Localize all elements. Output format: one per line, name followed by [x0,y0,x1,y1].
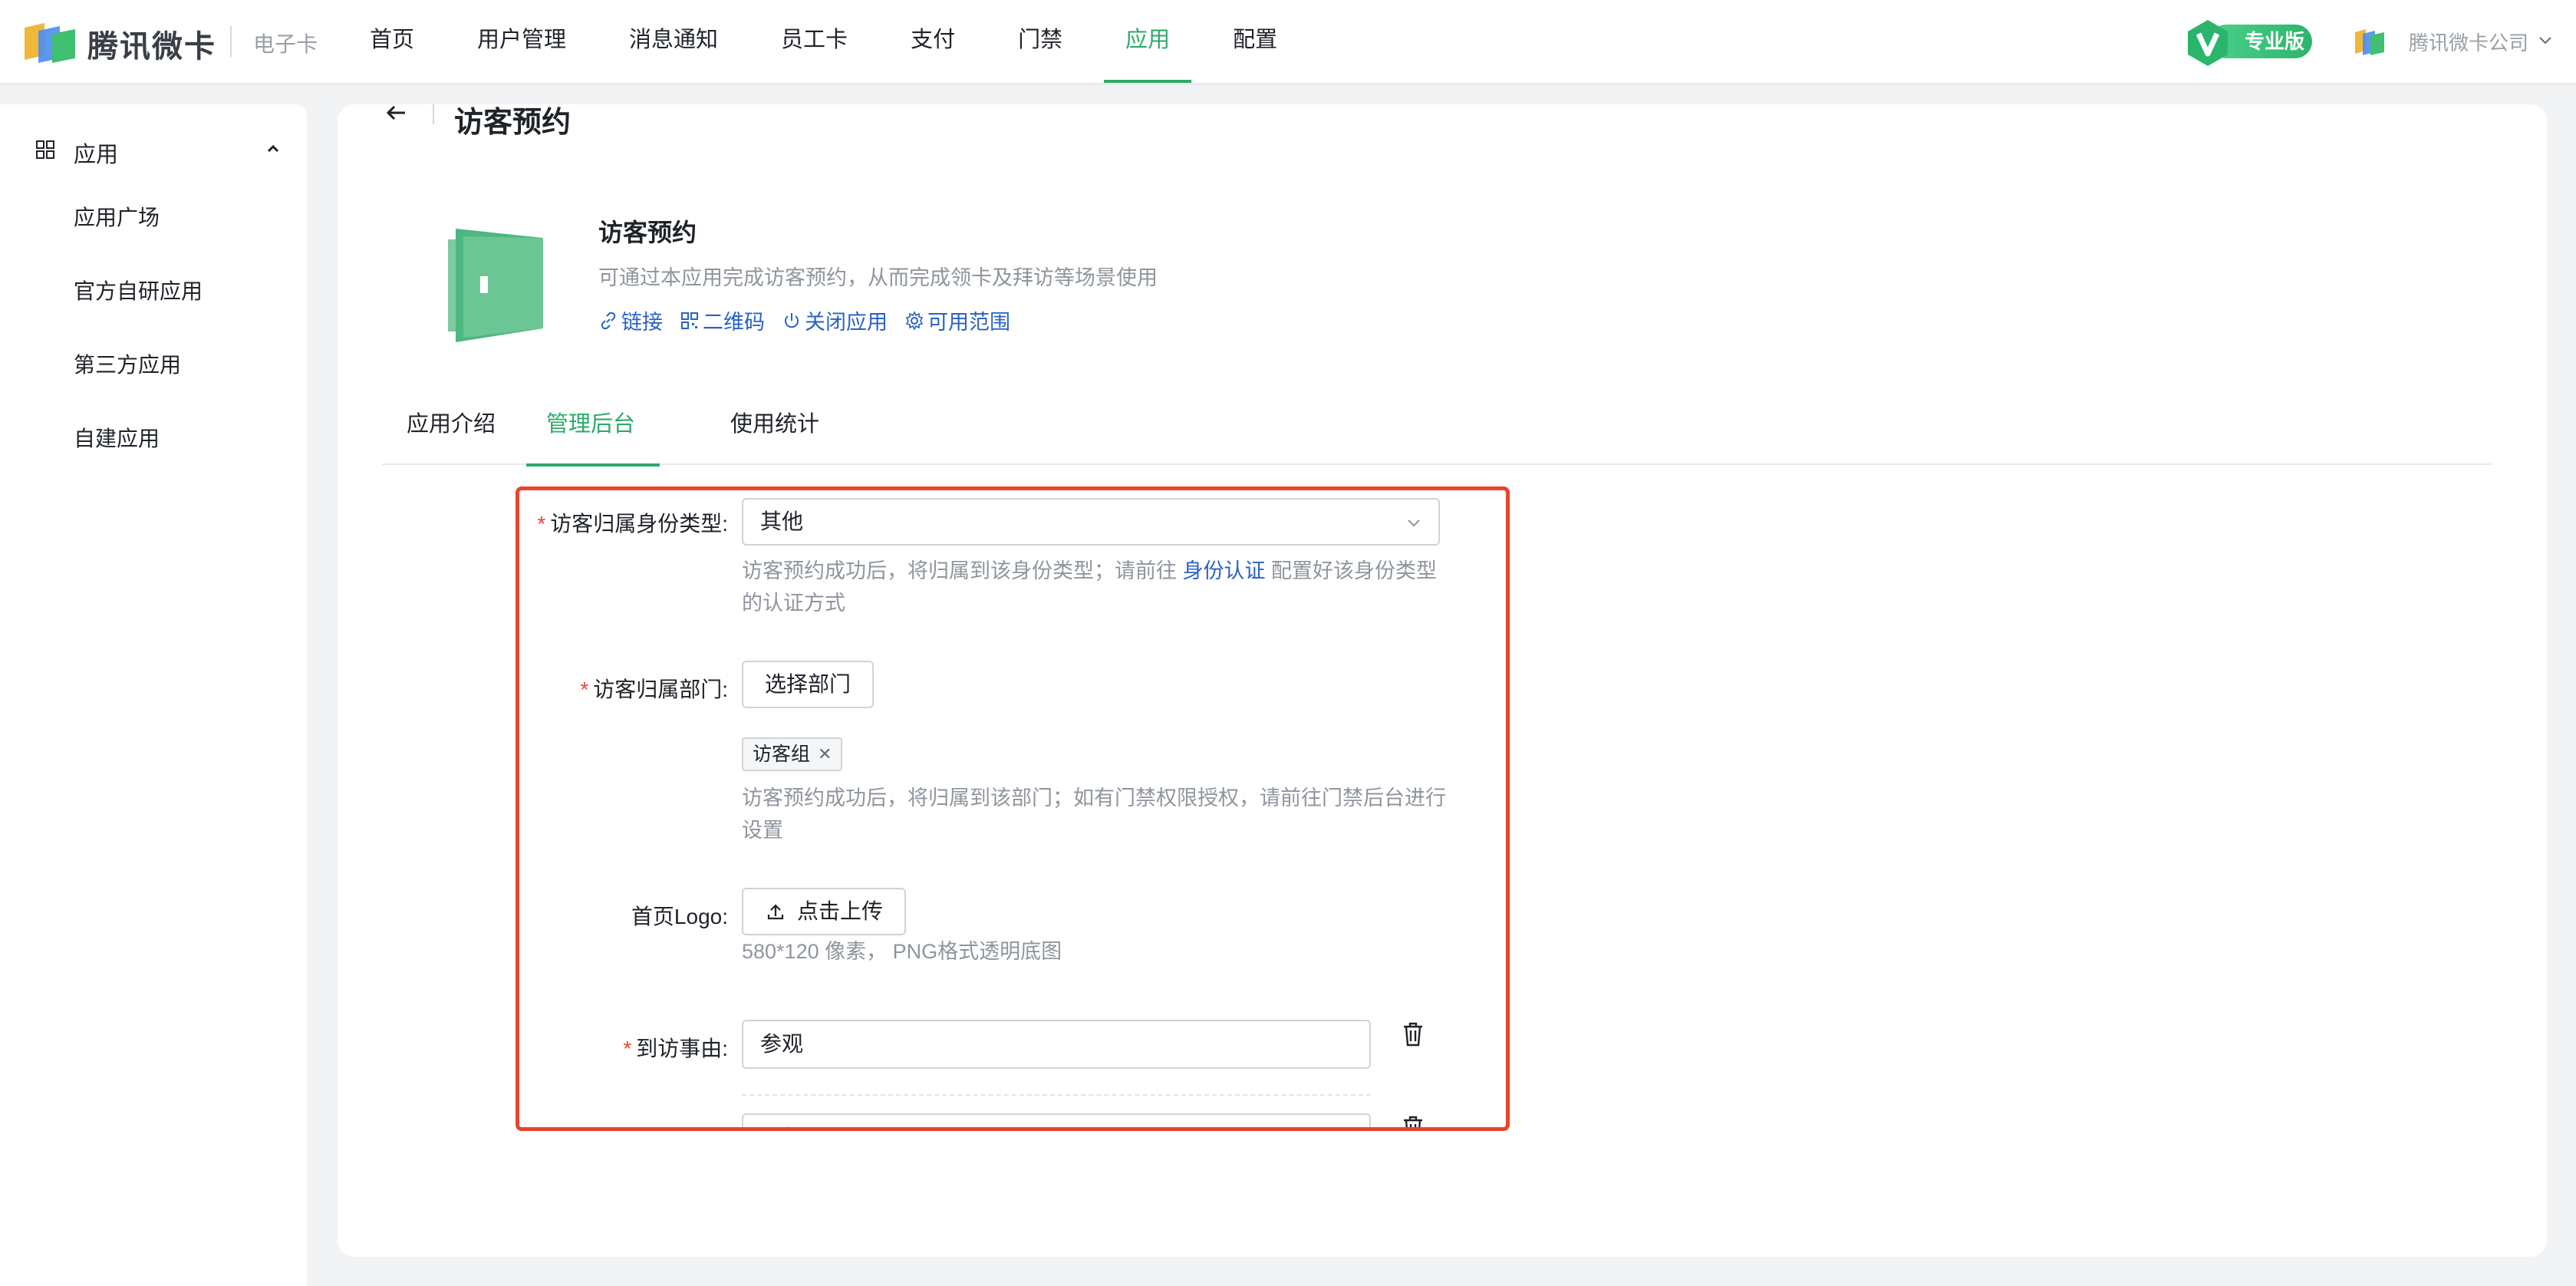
title-divider [433,104,434,124]
sidebar-item-app-plaza[interactable]: 应用广场 [74,201,160,232]
tencent-weika-logo[interactable] [21,20,77,63]
nav-home[interactable]: 首页 [348,0,436,83]
qr-code-label: 二维码 [703,311,765,334]
brand-divider [230,26,232,57]
chevron-down-icon[interactable] [2536,31,2555,49]
chevron-down-icon [1408,519,1420,527]
grid-icon [36,140,54,159]
qr-code-icon [681,312,698,329]
required-asterisk: * [537,512,546,536]
identity-type-select[interactable]: 其他 [742,498,1440,546]
nav-access-control[interactable]: 门禁 [996,0,1084,83]
app-description: 可通过本应用完成访客预约，从而完成领卡及拜访等场景使用 [598,266,1158,289]
logo-hint: 580*120 像素， PNG格式透明底图 [742,940,1062,963]
nav-user-management[interactable]: 用户管理 [456,0,588,83]
required-asterisk: * [623,1037,632,1060]
tab-admin-backend[interactable]: 管理后台 [525,401,660,467]
sidebar-item-third-party-apps[interactable]: 第三方应用 [74,348,181,379]
v-badge-icon [2188,20,2228,66]
nav-employee-card[interactable]: 员工卡 [759,0,869,83]
sidebar-item-custom-apps[interactable]: 自建应用 [74,422,160,453]
trash-icon[interactable] [1402,1021,1425,1047]
identity-type-hint: 访客预约成功后，将归属到该身份类型；请前往 身份认证 配置好该身份类型的认证方式 [742,559,1438,615]
department-hint: 访客预约成功后，将归属到该部门；如有门禁权限授权，请前往门禁后台进行设置 [742,786,1446,842]
link-icon [601,312,616,329]
upload-icon [767,904,784,920]
department-tag: 访客组 ✕ [742,737,843,771]
main-content-card: 访客预约 访客预约 可通过本应用完成访客预约，从而完成领卡及拜访等场景使用 链接… [338,104,2547,1257]
tab-usage-stats[interactable]: 使用统计 [730,401,819,465]
required-asterisk: * [580,678,589,701]
nav-payment[interactable]: 支付 [889,0,977,83]
door-icon [448,229,543,342]
app-name: 访客预约 [598,219,697,246]
close-app-button[interactable]: 关闭应用 [782,305,888,335]
select-department-button[interactable]: 选择部门 [742,661,875,708]
link-label: 链接 [621,311,663,334]
app-actions: 链接 二维码 关闭应用 可用范围 [598,305,1027,335]
nav-settings[interactable]: 配置 [1211,0,1299,83]
company-logo-icon[interactable] [2352,25,2387,60]
brand-name: 腾讯微卡 [87,30,216,64]
tab-app-intro[interactable]: 应用介绍 [407,401,496,465]
company-name[interactable]: 腾讯微卡公司 [2409,28,2528,56]
close-icon[interactable]: ✕ [818,739,832,770]
qr-code-button[interactable]: 二维码 [680,305,765,335]
trash-icon[interactable] [1402,1115,1425,1131]
scope-label: 可用范围 [927,311,1010,334]
product-name: 电子卡 [253,32,318,56]
link-button[interactable]: 链接 [598,305,663,335]
pro-edition-badge[interactable]: 专业版 [2183,18,2314,66]
department-tag-label: 访客组 [753,744,811,765]
sidebar-item-official-apps[interactable]: 官方自研应用 [74,275,203,305]
highlight-frame: * 访客归属身份类型: 其他 访客预约成功后，将归属到该身份类型；请前往 身份认证… [516,486,1510,1131]
visit-reason-input[interactable]: 工作 [742,1113,1371,1127]
visit-reason-label: * 到访事由: [623,1037,728,1060]
homepage-logo-label: 首页Logo: [631,905,728,928]
close-app-label: 关闭应用 [805,311,888,334]
power-icon [785,312,799,328]
scope-button[interactable]: 可用范围 [904,305,1010,335]
admin-settings-form: * 访客归属身份类型: 其他 访客预约成功后，将归属到该身份类型；请前往 身份认证… [519,490,1506,1127]
back-arrow-icon[interactable] [384,104,410,126]
identity-type-value: 其他 [760,509,804,533]
sidebar-group-label: 应用 [74,143,119,167]
visit-reason-input[interactable]: 参观 [742,1020,1371,1069]
sidebar-group-apps[interactable]: 应用 [35,127,288,173]
gear-icon [905,310,924,331]
page-title: 访客预约 [454,107,572,139]
tab-bar: 应用介绍 管理后台 使用统计 [382,401,2492,467]
identity-auth-link[interactable]: 身份认证 [1183,559,1266,582]
upload-label: 点击上传 [797,899,884,923]
upload-button[interactable]: 点击上传 [742,888,907,935]
identity-type-label: * 访客归属身份类型: [537,512,728,536]
chevron-up-icon[interactable] [264,140,282,158]
main-nav: 首页 用户管理 消息通知 员工卡 支付 门禁 应用 配置 [348,0,1319,83]
nav-apps[interactable]: 应用 [1104,0,1192,83]
nav-notifications[interactable]: 消息通知 [608,0,740,83]
department-label: * 访客归属部门: [580,678,728,701]
top-navigation-bar: 腾讯微卡 电子卡 首页 用户管理 消息通知 员工卡 支付 门禁 应用 配置 专业… [0,0,2576,83]
divider [742,1094,1371,1096]
sidebar: 应用 应用广场 官方自研应用 第三方应用 自建应用 [0,104,307,1286]
